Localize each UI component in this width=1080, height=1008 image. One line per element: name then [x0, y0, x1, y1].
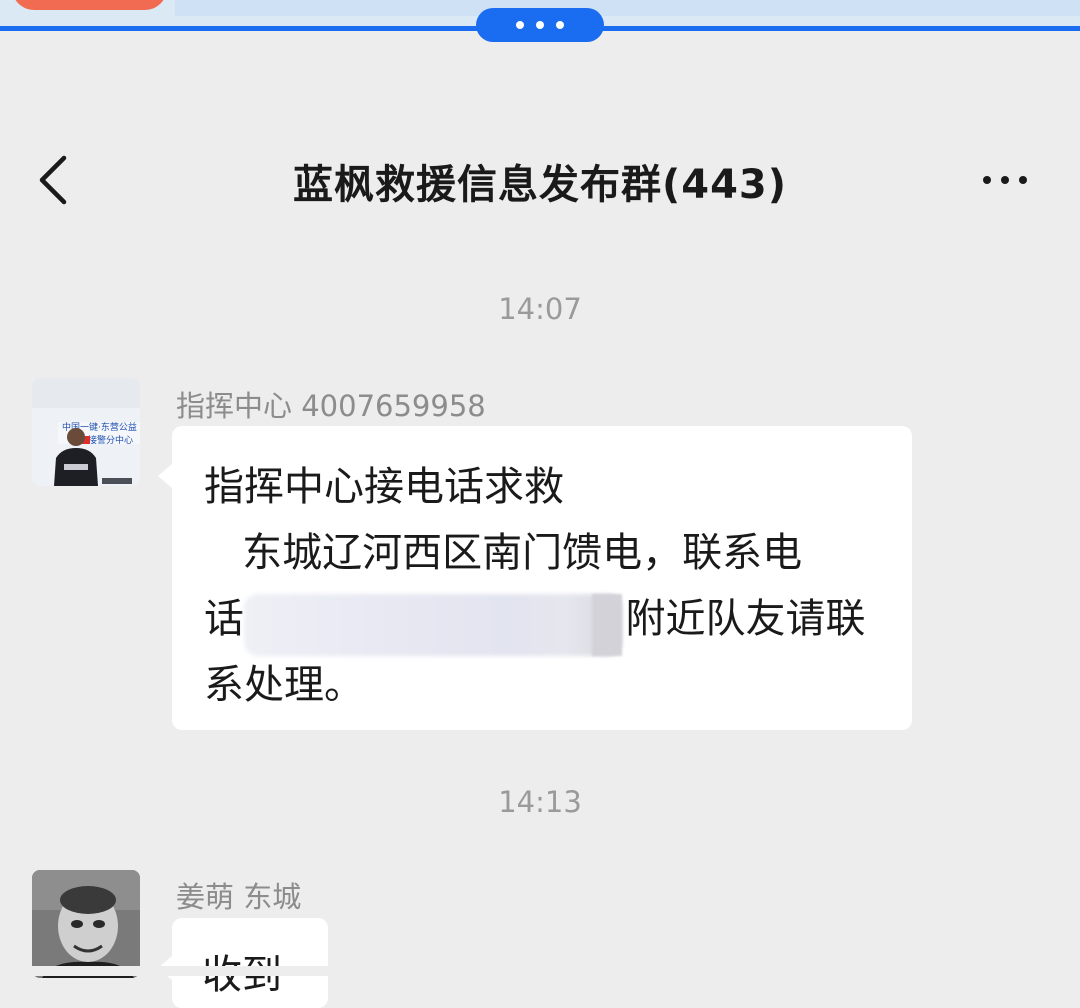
- more-options-button[interactable]: [970, 160, 1040, 200]
- handle-dot: [556, 21, 564, 29]
- strip-panel: [175, 0, 1080, 16]
- screen-bottom-edge: [0, 966, 1080, 976]
- more-dots-icon: [1019, 176, 1027, 184]
- message-text: 指挥中心接电话求救 东城辽河西区南门馈电，联系电 话 附近队友请联 系处理。: [204, 464, 866, 708]
- chat-header: 蓝枫救援信息发布群(443): [0, 130, 1080, 230]
- more-dots-icon: [1001, 176, 1009, 184]
- message-bubble[interactable]: 指挥中心接电话求救 东城辽河西区南门馈电，联系电 话 附近队友请联 系处理。: [158, 426, 912, 730]
- avatar-image: 中国一键·东营公益 接警分中心: [32, 378, 140, 486]
- more-dots-icon: [983, 176, 991, 184]
- handle-dot: [516, 21, 524, 29]
- svg-text:接警分中心: 接警分中心: [88, 434, 133, 446]
- avatar-image: [32, 870, 140, 978]
- redacted-phone-overlay: [592, 594, 622, 656]
- sender-name: 姜萌 东城: [176, 880, 302, 914]
- handle-dot: [536, 21, 544, 29]
- avatar[interactable]: [32, 870, 140, 978]
- message-bubble[interactable]: 收到: [158, 918, 328, 1008]
- redacted-phone-overlay: [244, 594, 622, 656]
- drag-handle-icon[interactable]: [476, 8, 604, 42]
- partial-button-shape: [12, 0, 167, 10]
- page-title: 蓝枫救援信息发布群(443): [292, 162, 788, 208]
- sender-name: 指挥中心 4007659958: [176, 389, 486, 423]
- message-timestamp: 14:13: [498, 785, 582, 819]
- message-timestamp: 14:07: [498, 292, 582, 326]
- avatar[interactable]: 中国一键·东营公益 接警分中心: [32, 378, 140, 486]
